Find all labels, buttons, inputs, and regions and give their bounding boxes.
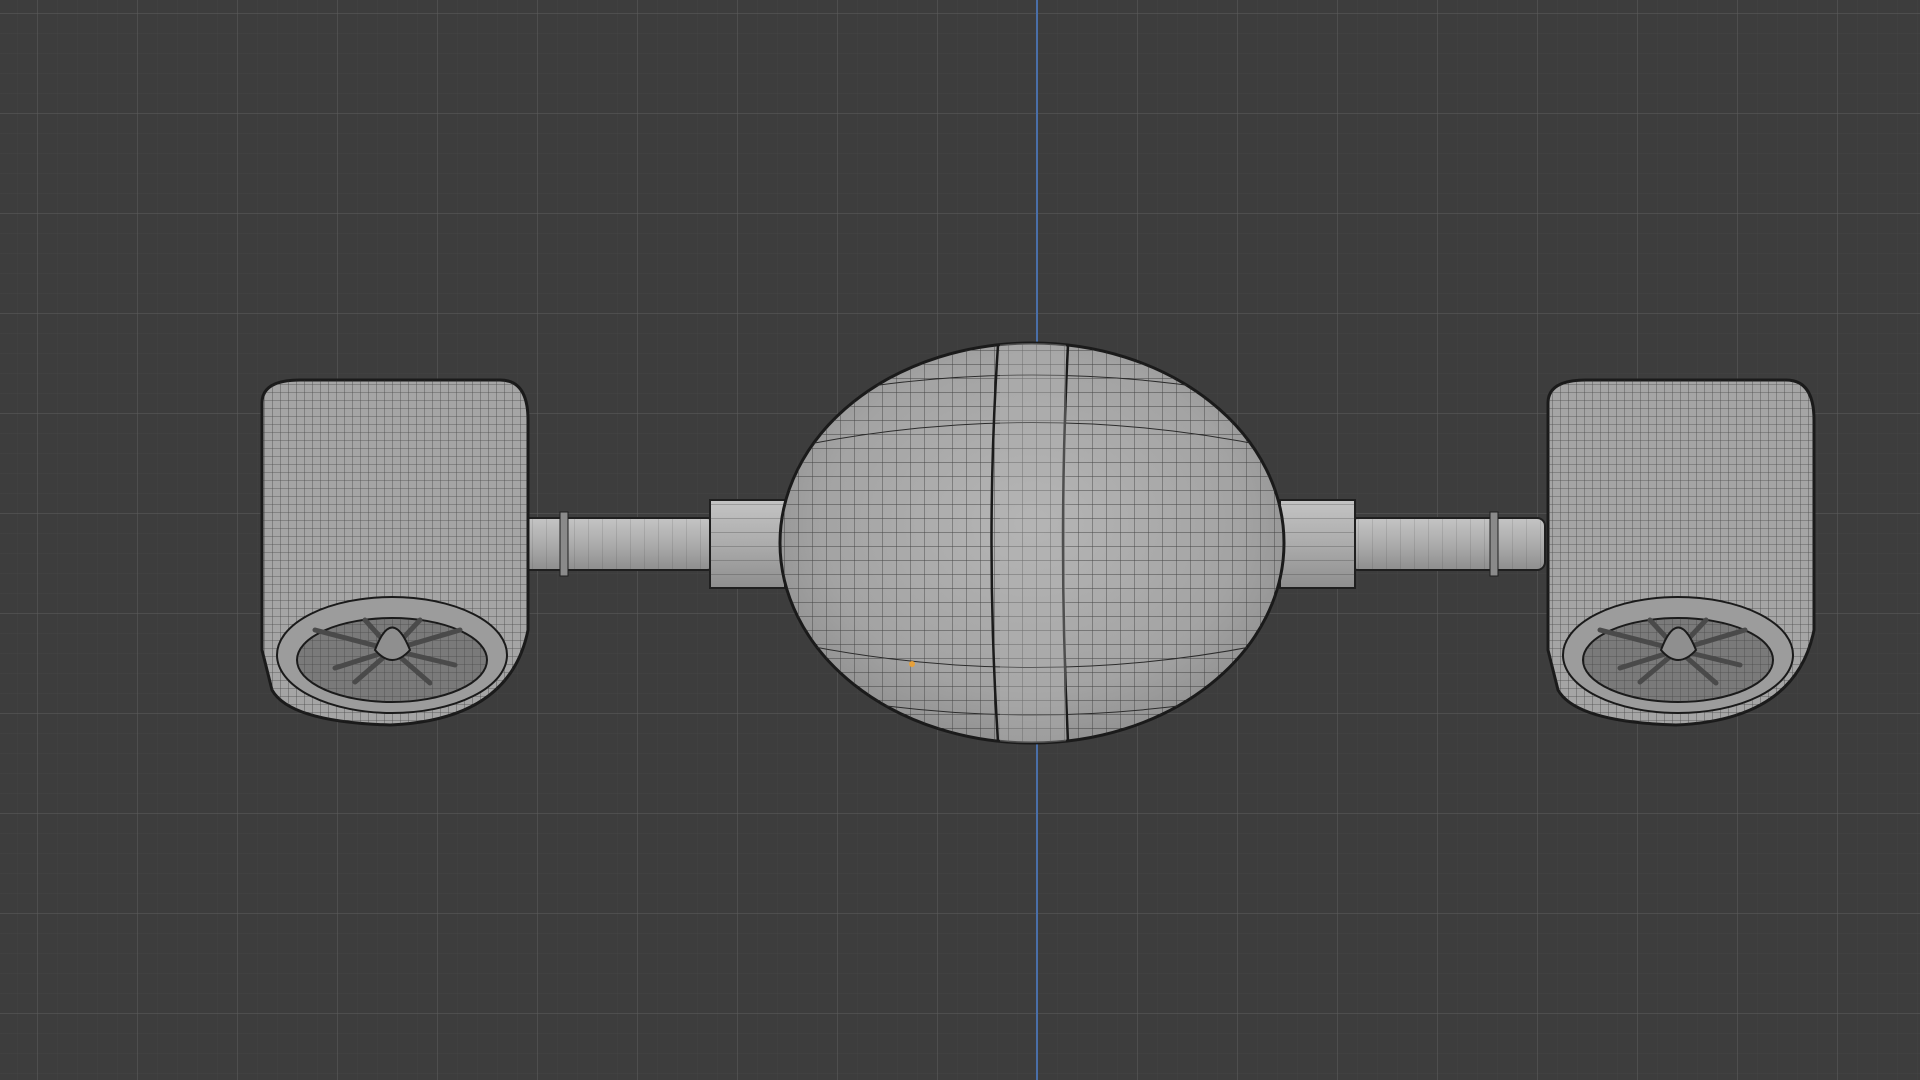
3d-viewport[interactable] [0,0,1920,1080]
right-pylon[interactable] [1279,499,1546,589]
right-engine-nacelle[interactable] [1540,375,1820,735]
center-body[interactable] [770,330,1300,760]
left-pylon[interactable] [519,499,786,589]
wireframe-model[interactable] [0,0,1920,1080]
left-engine-nacelle[interactable] [255,375,535,735]
origin-point-icon [909,661,915,667]
